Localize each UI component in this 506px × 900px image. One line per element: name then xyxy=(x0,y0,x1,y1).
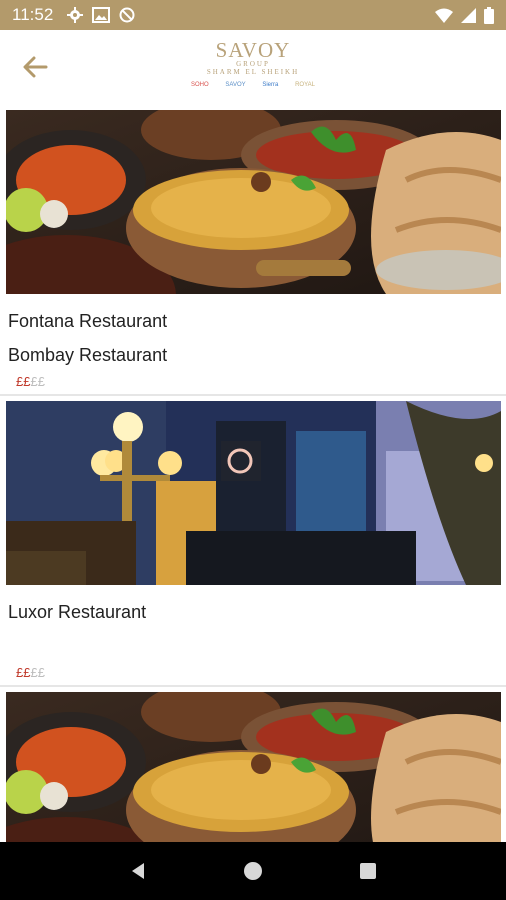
nav-back-icon[interactable] xyxy=(118,851,158,891)
nav-recents-icon[interactable] xyxy=(348,851,388,891)
restaurant-name[interactable]: Bombay Restaurant xyxy=(8,345,167,366)
brand-royal: ROYAL xyxy=(295,82,315,88)
price-inactive: ££ xyxy=(30,374,45,389)
status-bar: 11:52 xyxy=(0,0,506,30)
logo-location-text: SHARM EL SHEIKH xyxy=(206,68,300,76)
price-active: ££ xyxy=(16,374,31,389)
battery-icon xyxy=(484,6,494,24)
nav-home-icon[interactable] xyxy=(233,851,273,891)
restaurant-image-fontana[interactable] xyxy=(6,110,501,294)
restaurant-name[interactable]: Luxor Restaurant xyxy=(8,602,146,623)
logo-group-text: GROUP xyxy=(236,60,270,68)
wifi-icon xyxy=(435,8,453,23)
restaurant-image-3[interactable] xyxy=(6,692,501,842)
back-arrow-icon[interactable] xyxy=(20,52,50,82)
dnd-icon xyxy=(119,7,135,23)
logo-main-text: SAVOY xyxy=(215,38,291,62)
price-level: ££££ xyxy=(16,374,45,389)
gear-icon xyxy=(67,7,84,23)
brand-sierra: Sierra xyxy=(262,82,279,88)
brand-savoy: SAVOY xyxy=(225,82,246,88)
restaurant-name[interactable]: Fontana Restaurant xyxy=(8,311,167,332)
image-icon xyxy=(92,7,111,23)
price-inactive: ££ xyxy=(30,665,45,680)
divider xyxy=(0,685,506,687)
price-level: ££££ xyxy=(16,665,45,680)
price-active: ££ xyxy=(16,665,31,680)
status-time: 11:52 xyxy=(12,5,54,24)
logo-brands: SOHO SAVOY Sierra ROYAL xyxy=(185,81,321,90)
savoy-group-logo: SAVOY GROUP SHARM EL SHEIKH SOHO SAVOY S… xyxy=(185,40,321,96)
signal-icon xyxy=(461,7,476,23)
divider xyxy=(0,394,506,396)
restaurant-image-luxor[interactable] xyxy=(6,401,501,585)
system-nav-bar xyxy=(0,842,506,900)
brand-soho: SOHO xyxy=(191,82,209,88)
restaurant-list[interactable]: Fontana Restaurant Bombay Restaurant £££… xyxy=(0,108,506,842)
app-bar: SAVOY GROUP SHARM EL SHEIKH SOHO SAVOY S… xyxy=(0,30,506,108)
